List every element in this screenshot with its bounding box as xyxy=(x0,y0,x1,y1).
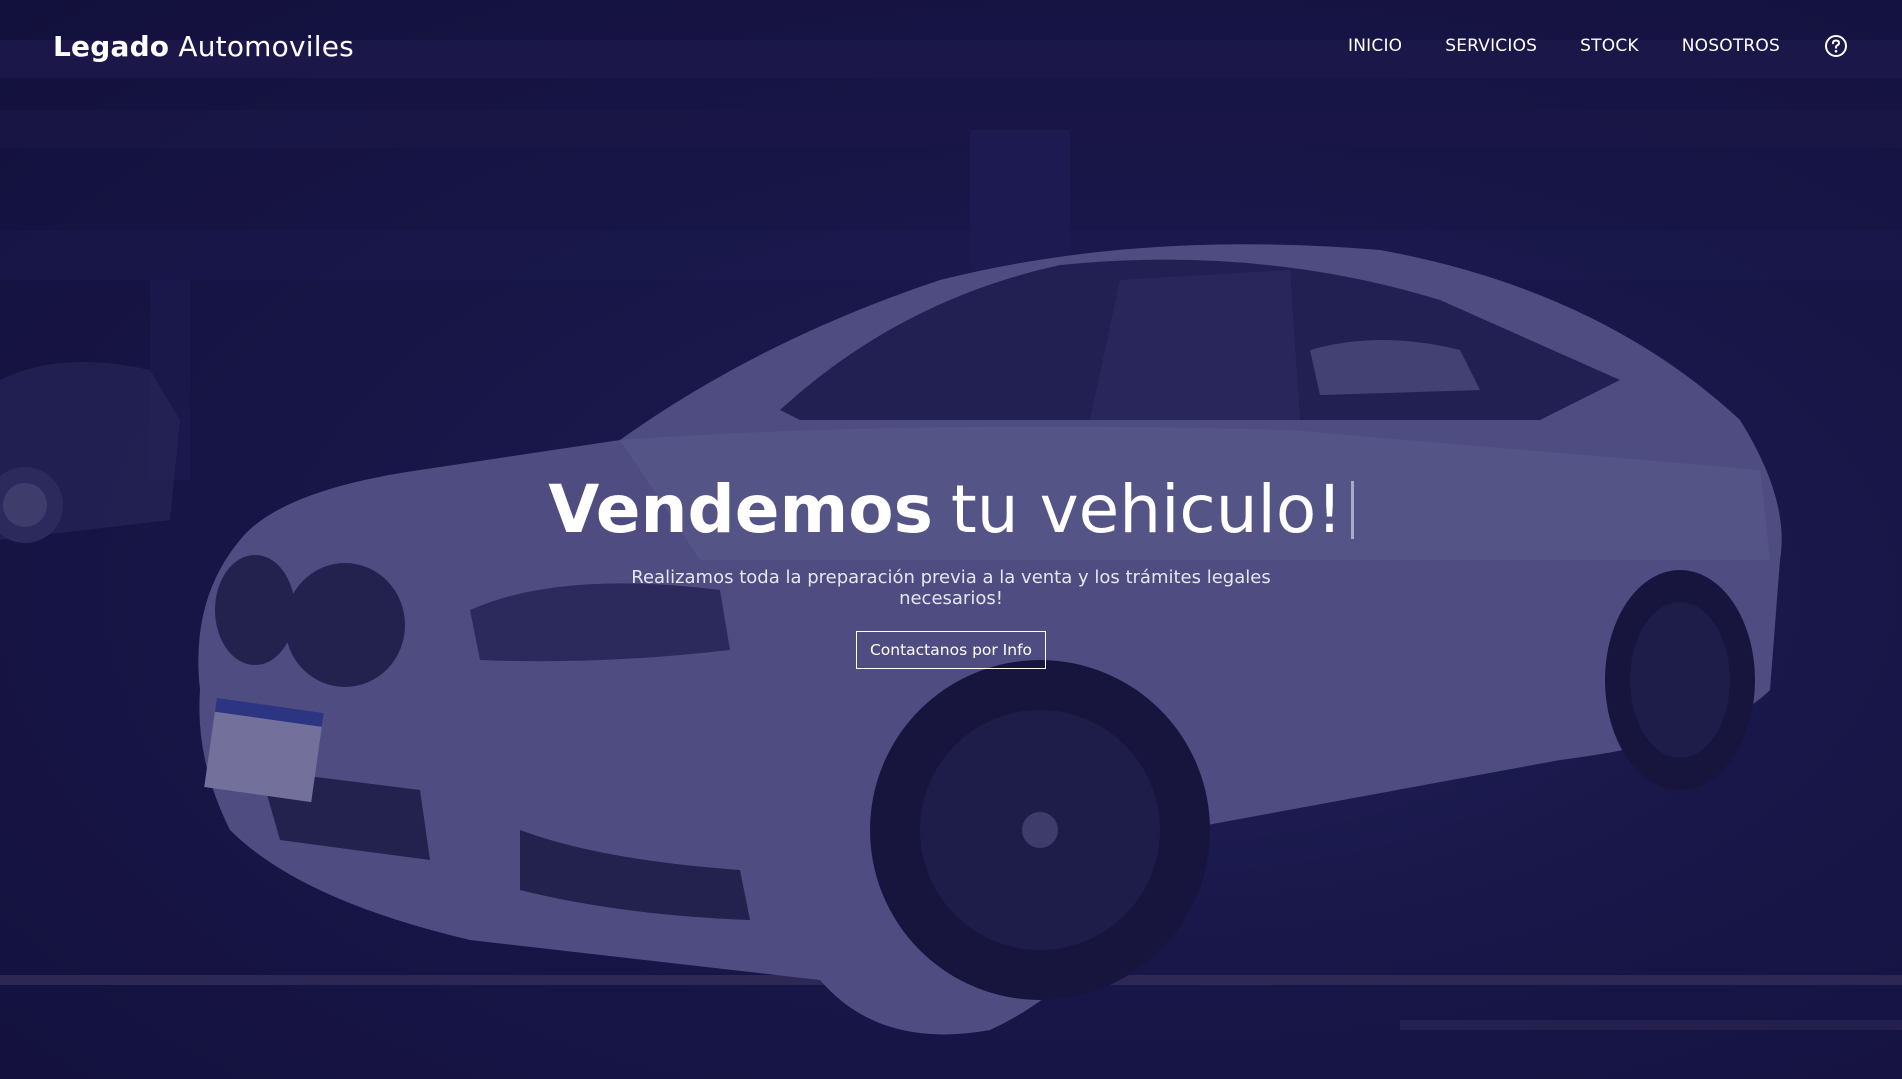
navbar: Legado Automoviles INICIO SERVICIOS STOC… xyxy=(0,0,1902,92)
hero-content: Vendemos tu vehiculo! Realizamos toda la… xyxy=(0,470,1902,670)
contact-button[interactable]: Contactanos por Info xyxy=(855,631,1047,670)
headline-regular: tu vehiculo! xyxy=(950,471,1343,548)
typing-cursor xyxy=(1350,480,1354,539)
brand-name-light: Automoviles xyxy=(178,29,354,63)
nav-item-servicios[interactable]: SERVICIOS xyxy=(1445,36,1537,56)
question-circle-icon[interactable] xyxy=(1824,34,1848,58)
brand-logo[interactable]: Legado Automoviles xyxy=(53,30,354,63)
nav-item-nosotros[interactable]: NOSOTROS xyxy=(1682,36,1780,56)
hero-headline: Vendemos tu vehiculo! xyxy=(548,470,1354,549)
hero-subtitle: Realizamos toda la preparación previa a … xyxy=(631,567,1271,610)
nav-item-inicio[interactable]: INICIO xyxy=(1348,36,1402,56)
headline-bold: Vendemos xyxy=(548,471,933,548)
brand-name-bold: Legado xyxy=(53,29,170,63)
hero-section: Legado Automoviles INICIO SERVICIOS STOC… xyxy=(0,0,1902,1079)
nav-item-stock[interactable]: STOCK xyxy=(1580,36,1639,56)
main-nav: INICIO SERVICIOS STOCK NOSOTROS xyxy=(1305,34,1848,58)
